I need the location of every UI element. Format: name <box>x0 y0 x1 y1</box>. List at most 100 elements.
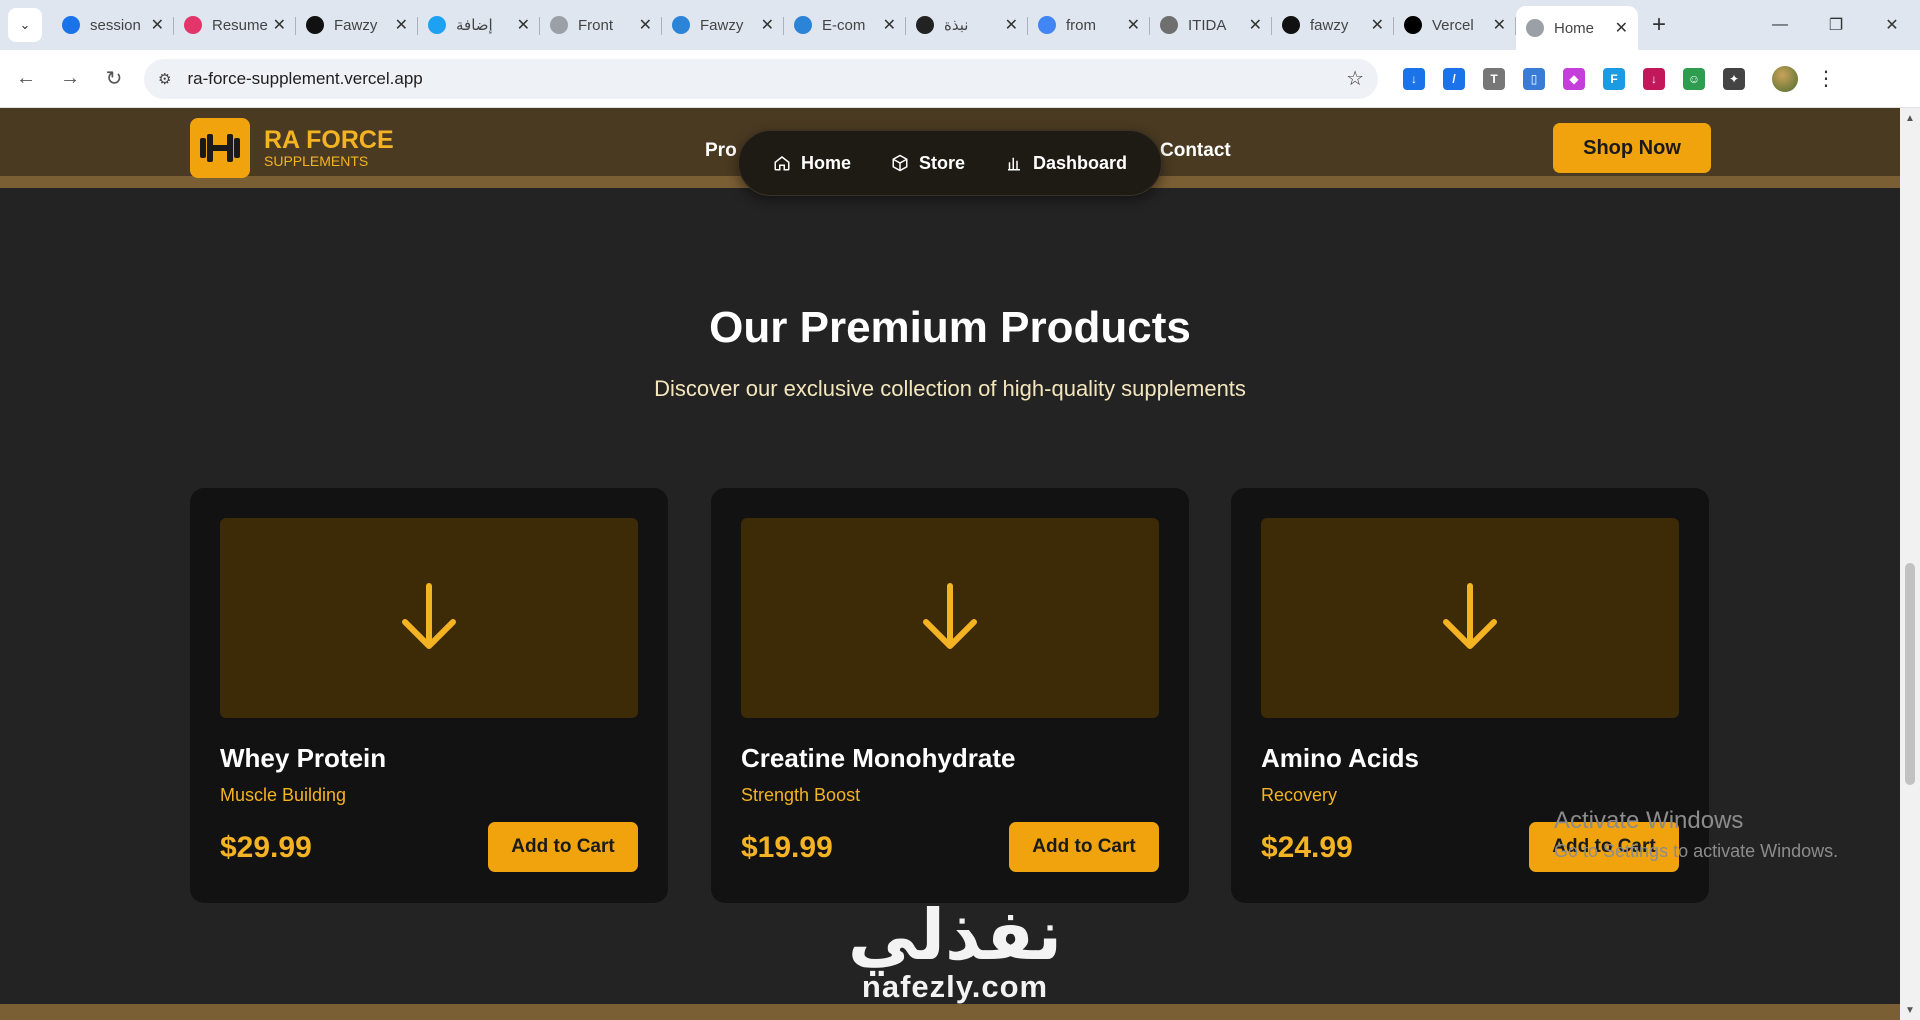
pill-store-label: Store <box>918 152 965 173</box>
favicon-icon <box>1160 16 1178 34</box>
favicon-icon <box>428 16 446 34</box>
product-price: $29.99 <box>220 831 312 864</box>
more-menu-icon[interactable]: ⋮ <box>1816 66 1836 91</box>
forward-arrow-icon[interactable]: → <box>52 61 88 97</box>
restore-icon[interactable]: ❐ <box>1808 5 1864 45</box>
browser-tab[interactable]: fawzy ✕ <box>1272 6 1394 44</box>
browser-tab[interactable]: Fawzy ✕ <box>296 6 418 44</box>
scroll-down-icon[interactable]: ▼ <box>1900 1002 1920 1018</box>
add-to-cart-button[interactable]: Add to Cart <box>488 822 638 872</box>
favicon-icon <box>62 16 80 34</box>
product-name: Whey Protein <box>220 743 387 773</box>
site-watermark: نفذلي nafezly.com <box>830 900 1080 1004</box>
section-subtitle: Discover our exclusive collection of hig… <box>654 376 1246 401</box>
favicon-icon <box>794 16 812 34</box>
pill-home-label: Home <box>800 152 851 173</box>
pill-dashboard-label: Dashboard <box>1032 152 1127 173</box>
add-to-cart-button[interactable]: Add to Cart <box>1009 822 1159 872</box>
site-header: RA FORCE SUPPLEMENTS Pro Contact Home St… <box>0 108 1900 196</box>
favicon-icon <box>550 16 568 34</box>
browser-tab-active[interactable]: Home ✕ <box>1516 6 1638 50</box>
nav-link-products[interactable]: Pro <box>705 140 737 162</box>
site-settings-icon[interactable]: ⚙ <box>158 70 171 88</box>
window-controls: — ❐ ✕ <box>1752 5 1920 45</box>
new-tab-plus-icon[interactable]: + <box>1652 11 1666 39</box>
browser-tab[interactable]: Vercel ✕ <box>1394 6 1516 44</box>
brand-logo[interactable]: RA FORCE SUPPLEMENTS <box>190 118 394 178</box>
url-text[interactable]: ra-force-supplement.vercel.app <box>187 69 1346 89</box>
close-icon[interactable]: ✕ <box>151 15 164 35</box>
puzzle-extensions-icon[interactable]: ✦ <box>1723 67 1745 90</box>
extensions-area: ↓ / T ▯ ◆ F ↓ ☺ ✦ <box>1394 67 1754 90</box>
close-icon[interactable]: ✕ <box>1249 15 1262 35</box>
product-card: Whey Protein Muscle Building $29.99 Add … <box>190 488 668 903</box>
close-icon[interactable]: ✕ <box>1615 18 1628 38</box>
close-icon[interactable]: ✕ <box>1493 15 1506 35</box>
browser-tab[interactable]: ITIDA ✕ <box>1150 6 1272 44</box>
nav-link-contact[interactable]: Contact <box>1160 140 1231 162</box>
font-extension-icon[interactable]: F <box>1603 67 1625 90</box>
globe-icon <box>1526 19 1544 37</box>
download-extension-icon[interactable]: ↓ <box>1403 67 1425 90</box>
close-icon[interactable]: ✕ <box>1005 15 1018 35</box>
tab-title: from <box>1066 16 1096 34</box>
close-icon[interactable]: ✕ <box>883 15 896 35</box>
scroll-up-icon[interactable]: ▲ <box>1900 110 1920 126</box>
activate-subtitle: Go to Settings to activate Windows. <box>1554 841 1839 861</box>
tab-title: ITIDA <box>1188 16 1227 34</box>
close-icon[interactable]: ✕ <box>639 15 652 35</box>
pen-extension-icon[interactable]: / <box>1443 67 1465 90</box>
translate-extension-icon[interactable]: ▯ <box>1523 67 1545 90</box>
close-icon[interactable]: ✕ <box>273 15 286 35</box>
robot-extension-icon[interactable]: ☺ <box>1683 67 1705 90</box>
scrollbar-thumb[interactable] <box>1905 563 1915 785</box>
close-icon[interactable]: ✕ <box>1371 15 1384 35</box>
browser-tab[interactable]: E-com ✕ <box>784 6 906 44</box>
reload-icon[interactable]: ↻ <box>96 61 132 97</box>
watermark-arabic: نفذلي <box>847 896 1063 974</box>
browser-tab[interactable]: نبذة ✕ <box>906 6 1028 44</box>
section-title: Our Premium Products <box>709 303 1191 352</box>
close-window-icon[interactable]: ✕ <box>1864 5 1920 45</box>
bar-chart-icon <box>1007 157 1020 171</box>
tab-title: fawzy <box>1310 16 1349 34</box>
tab-title: Vercel <box>1432 16 1474 34</box>
shop-now-button[interactable]: Shop Now <box>1553 123 1711 173</box>
arrow-down-icon <box>923 583 977 649</box>
brand-subtitle: SUPPLEMENTS <box>264 153 369 169</box>
tab-search-button[interactable]: ⌄ <box>8 8 42 42</box>
browser-tab[interactable]: session ✕ <box>52 6 174 44</box>
page-scrollbar[interactable]: ▲ ▼ <box>1900 108 1920 1020</box>
tab-strip: session ✕ Resume ✕ Fawzy ✕ إضافة ✕ Front ✕ Fa… <box>52 0 1638 50</box>
browser-tab[interactable]: Front ✕ <box>540 6 662 44</box>
address-bar[interactable]: ⚙ ra-force-supplement.vercel.app ☆ <box>144 58 1378 99</box>
browser-tab[interactable]: إضافة ✕ <box>418 6 540 44</box>
browser-tab[interactable]: Fawzy ✕ <box>662 6 784 44</box>
close-icon[interactable]: ✕ <box>395 15 408 35</box>
tab-title: إضافة <box>456 17 493 34</box>
browser-tab-bar: ⌄ session ✕ Resume ✕ Fawzy ✕ إضافة ✕ Front ✕ … <box>0 0 1920 50</box>
activate-title: Activate Windows <box>1554 807 1744 834</box>
text-extension-icon[interactable]: T <box>1483 67 1505 90</box>
minimize-icon[interactable]: — <box>1752 5 1808 45</box>
product-name: Creatine Monohydrate <box>741 743 1016 773</box>
close-icon[interactable]: ✕ <box>1127 15 1140 35</box>
pill-nav-store[interactable]: Store <box>891 153 965 174</box>
video-download-extension-icon[interactable]: ↓ <box>1643 67 1665 90</box>
close-icon[interactable]: ✕ <box>761 15 774 35</box>
pill-nav-dashboard[interactable]: Dashboard <box>1005 153 1127 174</box>
bookmark-star-icon[interactable]: ☆ <box>1346 66 1364 91</box>
floating-nav-pill: Home Store Dashboard <box>738 130 1162 196</box>
arrow-down-icon <box>1443 583 1497 649</box>
browser-tab[interactable]: from ✕ <box>1028 6 1150 44</box>
back-arrow-icon[interactable]: ← <box>8 61 44 97</box>
pill-nav-home[interactable]: Home <box>773 153 851 174</box>
profile-avatar[interactable] <box>1772 65 1798 92</box>
tab-title: session <box>90 16 141 34</box>
close-icon[interactable]: ✕ <box>517 15 530 35</box>
favicon-icon <box>306 16 324 34</box>
favicon-icon <box>1282 16 1300 34</box>
browser-tab[interactable]: Resume ✕ <box>174 6 296 44</box>
design-extension-icon[interactable]: ◆ <box>1563 67 1585 90</box>
dumbbell-icon <box>190 118 250 178</box>
